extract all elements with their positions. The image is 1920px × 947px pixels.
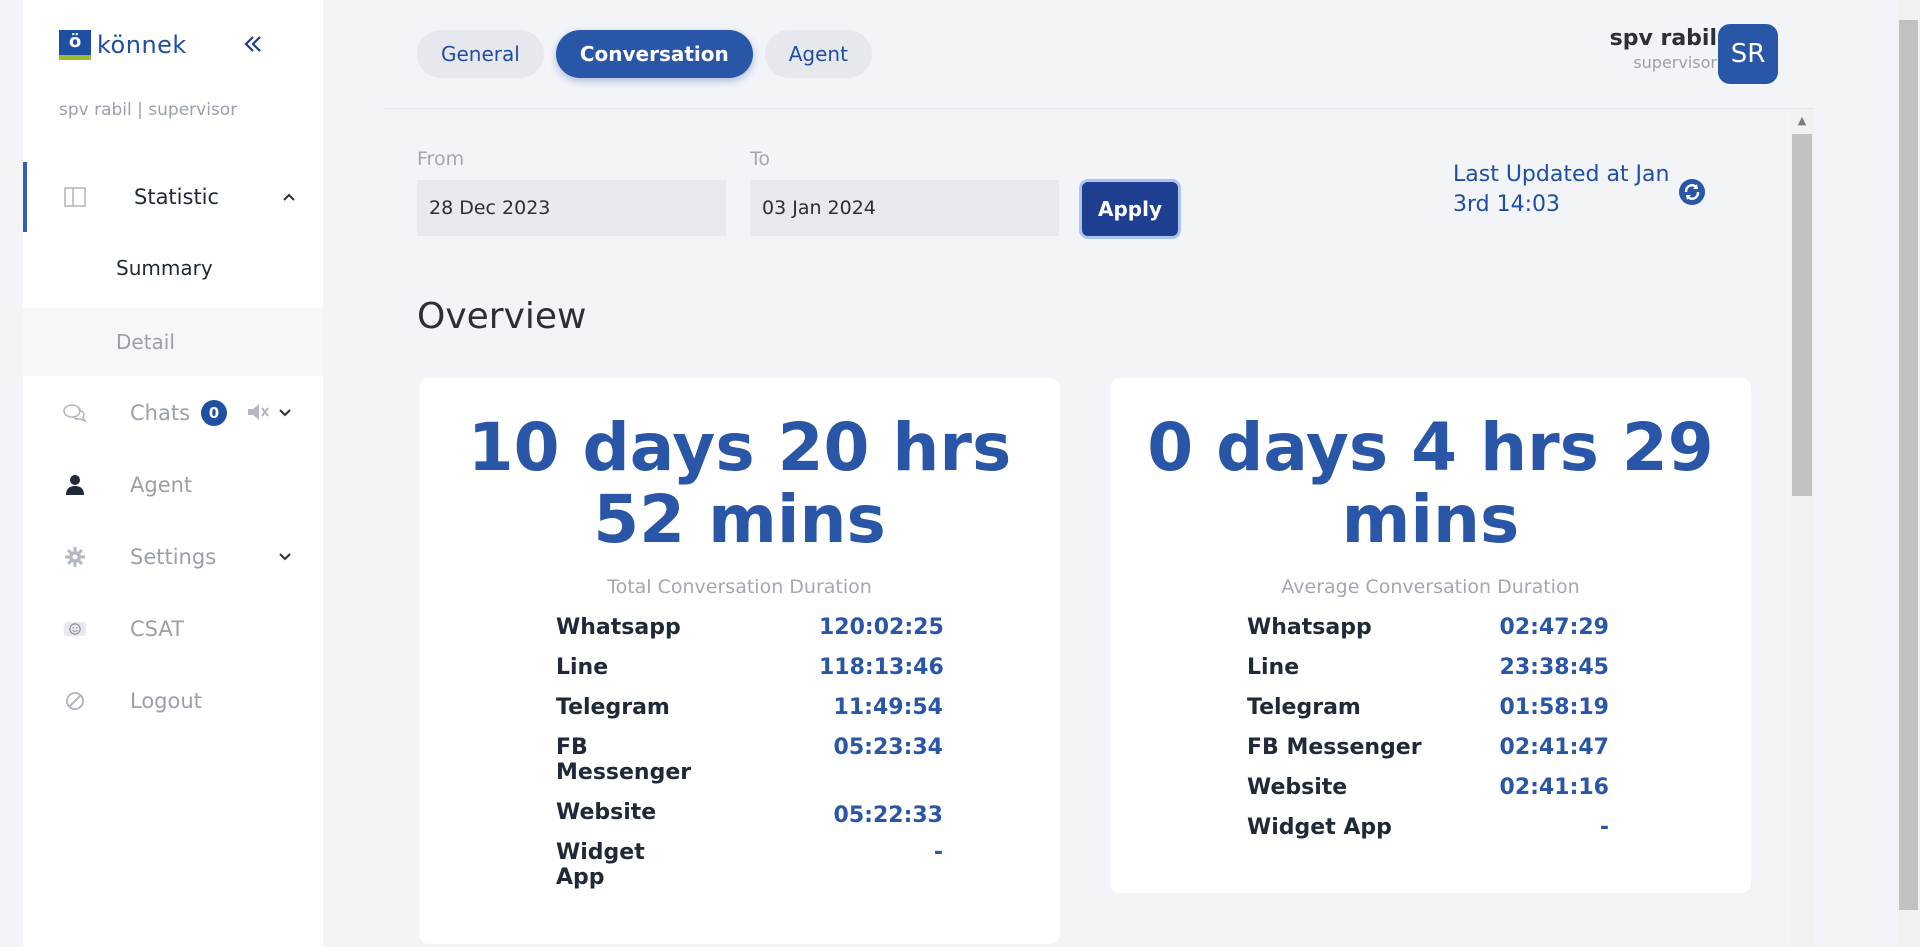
channel-value: 05:23:34 (833, 735, 943, 760)
from-label: From (417, 148, 465, 170)
channel-value: 120:02:25 (819, 615, 944, 640)
chats-count-badge: 0 (201, 400, 227, 426)
sidebar-item-chats[interactable]: Chats 0 (23, 378, 323, 448)
tab-bar: General Conversation Agent (417, 30, 872, 78)
apply-button[interactable]: Apply (1082, 182, 1178, 236)
average-duration-value: 0 days 4 hrs 29 mins (1147, 409, 1714, 558)
channel-label: Whatsapp (1247, 615, 1372, 640)
chat-bubbles-icon (63, 401, 87, 425)
channel-label: Widget App (556, 840, 645, 890)
ban-icon (63, 689, 87, 713)
user-info: spv rabil supervisor (1610, 26, 1717, 72)
chevron-up-icon (281, 189, 297, 205)
channel-value: 01:58:19 (1499, 695, 1609, 720)
sidebar-item-label: Chats (130, 401, 191, 425)
collapse-sidebar-button[interactable] (241, 32, 271, 62)
chevron-down-icon (277, 549, 293, 565)
sidebar-item-label: Settings (130, 545, 217, 569)
tab-conversation[interactable]: Conversation (555, 30, 753, 78)
avatar[interactable]: SR (1718, 24, 1778, 84)
to-label: To (750, 148, 771, 170)
scroll-up-arrow-icon[interactable]: ▲ (1790, 110, 1814, 132)
layout-icon (63, 185, 87, 209)
total-duration-card: 10 days 20 hrs 52 mins Total Conversatio… (419, 378, 1060, 944)
mute-icon[interactable] (245, 400, 271, 426)
chevron-down-icon (277, 405, 293, 421)
channel-label: Website (1247, 775, 1348, 800)
channel-value: - (933, 840, 943, 865)
gear-icon (63, 545, 87, 569)
channel-label: Telegram (556, 695, 670, 720)
channel-label: Widget App (1247, 815, 1392, 840)
sidebar-item-logout[interactable]: Logout (23, 666, 323, 736)
header-divider (383, 108, 1814, 109)
sidebar-item-label: Statistic (134, 185, 220, 209)
from-date-input[interactable]: 28 Dec 2023 (417, 180, 726, 236)
sidebar-item-settings[interactable]: Settings (23, 522, 323, 592)
total-duration-caption: Total Conversation Duration (607, 576, 872, 598)
channel-label: Line (1247, 655, 1300, 680)
channel-value: - (1599, 815, 1609, 840)
page-scrollbar-thumb[interactable] (1899, 20, 1918, 910)
sidebar-item-label: Summary (116, 256, 213, 280)
logo[interactable]: ö könnek (59, 30, 187, 60)
channel-value: 02:41:16 (1499, 775, 1609, 800)
channel-value: 23:38:45 (1499, 655, 1609, 680)
sidebar-item-detail[interactable]: Detail (23, 308, 323, 376)
sidebar-item-csat[interactable]: CSAT (23, 594, 323, 664)
logo-mark-icon: ö (59, 30, 91, 60)
last-updated-text: Last Updated at Jan 3rd 14:03 (1453, 162, 1670, 217)
channel-label: FB Messenger (1247, 735, 1422, 760)
sidebar: ö könnek spv rabil | supervisor Statisti… (23, 0, 323, 947)
logo-text: könnek (97, 31, 187, 59)
channel-value: 118:13:46 (819, 655, 944, 680)
sidebar-item-label: CSAT (130, 617, 184, 641)
double-chevron-left-icon (244, 36, 261, 52)
channel-label: Website (556, 800, 657, 825)
tab-general[interactable]: General (417, 30, 544, 78)
emoji-icon (63, 617, 87, 641)
overview-title: Overview (417, 296, 587, 337)
average-duration-card: 0 days 4 hrs 29 mins Average Conversatio… (1110, 378, 1751, 893)
sidebar-item-summary[interactable]: Summary (23, 238, 323, 298)
sidebar-item-statistic[interactable]: Statistic (23, 162, 323, 232)
channel-value: 02:47:29 (1499, 615, 1609, 640)
sidebar-item-label: Detail (116, 330, 175, 354)
tab-agent[interactable]: Agent (764, 30, 872, 78)
user-role: supervisor (1633, 53, 1717, 72)
channel-label: Line (556, 655, 609, 680)
channel-value: 02:41:47 (1499, 735, 1609, 760)
channel-value: 11:49:54 (833, 695, 943, 720)
channel-label: Whatsapp (556, 615, 681, 640)
channel-label: Telegram (1247, 695, 1361, 720)
refresh-icon[interactable] (1678, 178, 1706, 206)
sidebar-item-label: Agent (130, 473, 193, 497)
total-duration-value: 10 days 20 hrs 52 mins (467, 409, 1012, 558)
person-icon (63, 473, 87, 497)
average-duration-caption: Average Conversation Duration (1281, 576, 1580, 598)
sidebar-item-label: Logout (130, 689, 202, 713)
channel-label: FB Messenger (556, 735, 692, 785)
sidebar-user-line: spv rabil | supervisor (59, 100, 238, 120)
sidebar-item-agent[interactable]: Agent (23, 450, 323, 520)
user-name: spv rabil (1609, 26, 1717, 51)
to-date-input[interactable]: 03 Jan 2024 (750, 180, 1059, 236)
content-scrollbar-thumb[interactable] (1792, 134, 1812, 496)
channel-value: 05:22:33 (833, 803, 943, 828)
